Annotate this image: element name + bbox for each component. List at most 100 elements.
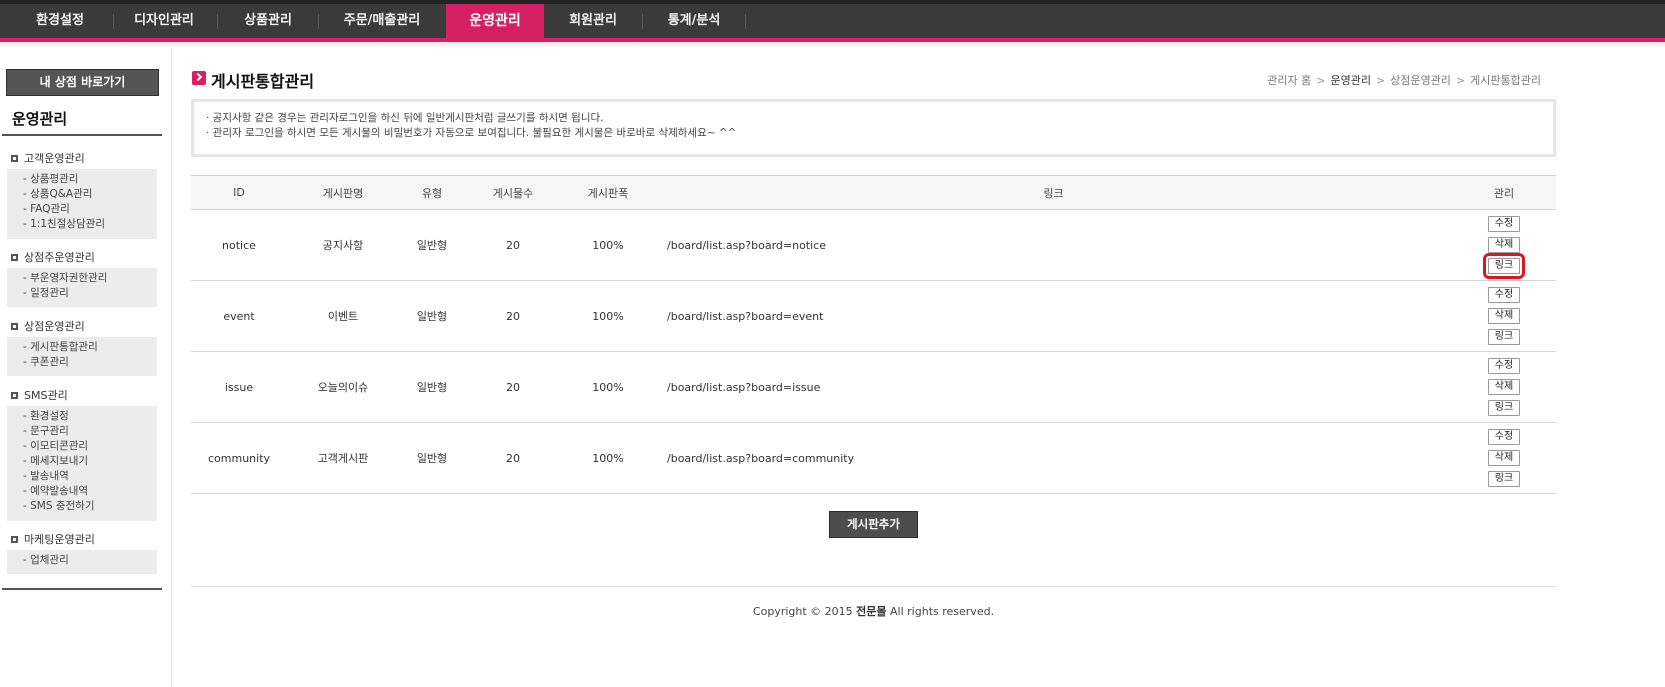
- breadcrumb-current: 게시판통합관리: [1470, 74, 1541, 87]
- sidebar-group-sms[interactable]: SMS관리: [11, 387, 68, 403]
- sidebar-title: 운영관리: [12, 110, 68, 128]
- breadcrumb-operations[interactable]: 운영관리: [1331, 74, 1371, 87]
- sidebar-submenu: - 업체관리: [7, 550, 157, 574]
- sidebar-item-consult[interactable]: - 1:1친절상담관리: [7, 217, 157, 232]
- cell-link: /board/list.asp?board=event: [655, 280, 1452, 352]
- nav-item-members[interactable]: 회원관리: [545, 4, 641, 38]
- column-header-count: 게시물수: [465, 175, 561, 210]
- edit-button[interactable]: 수정: [1488, 287, 1520, 303]
- sidebar-submenu: - 상품평관리 - 상품Q&A관리 - FAQ관리 - 1:1친절상담관리: [7, 169, 157, 239]
- sidebar-group-label: 상점주운영관리: [24, 251, 95, 264]
- breadcrumb-separator-icon: >: [1455, 74, 1466, 87]
- title-arrow-icon: [192, 71, 206, 85]
- cell-manage: 수정 삭제 링크: [1452, 351, 1556, 423]
- cell-manage: 수정 삭제 링크: [1452, 422, 1556, 494]
- sidebar-item-emoticons[interactable]: - 이모티콘관리: [7, 439, 157, 454]
- link-button[interactable]: 링크: [1488, 471, 1520, 487]
- sidebar-group-label: 상점운영관리: [24, 320, 85, 333]
- square-bullet-icon: [11, 392, 18, 399]
- table-row: event 이벤트 일반형 20 100% /board/list.asp?bo…: [191, 280, 1556, 352]
- sidebar-divider: [171, 48, 172, 687]
- link-button[interactable]: 링크: [1488, 329, 1520, 345]
- sidebar-item-qna[interactable]: - 상품Q&A관리: [7, 187, 157, 202]
- sidebar-group-owner[interactable]: 상점주운영관리: [11, 249, 95, 265]
- square-bullet-icon: [11, 323, 18, 330]
- cell-count: 20: [465, 422, 561, 494]
- nav-item-statistics[interactable]: 통계/분석: [645, 4, 743, 38]
- delete-button[interactable]: 삭제: [1488, 379, 1520, 395]
- edit-button[interactable]: 수정: [1488, 429, 1520, 445]
- boards-table: ID 게시판명 유형 게시물수 게시판폭 링크 관리 notice 공지사항 일…: [191, 175, 1556, 494]
- cell-type: 일반형: [399, 351, 465, 423]
- nav-item-design[interactable]: 디자인관리: [116, 4, 212, 38]
- sidebar-group-marketing[interactable]: 마케팅운영관리: [11, 531, 95, 547]
- nav-separator: [217, 14, 218, 29]
- nav-separator: [745, 14, 746, 29]
- table-row: issue 오늘의이슈 일반형 20 100% /board/list.asp?…: [191, 351, 1556, 423]
- cell-id: issue: [191, 351, 287, 423]
- square-bullet-icon: [11, 536, 18, 543]
- breadcrumb-separator-icon: >: [1316, 74, 1326, 87]
- my-shop-button[interactable]: 내 상점 바로가기: [6, 69, 159, 96]
- column-header-link: 링크: [655, 175, 1452, 210]
- nav-item-settings[interactable]: 환경설정: [12, 4, 108, 38]
- breadcrumb-separator-icon: >: [1375, 74, 1386, 87]
- breadcrumb: 관리자 홈 > 운영관리 > 상점운영관리 > 게시판통합관리: [1267, 72, 1541, 88]
- column-header-manage: 관리: [1452, 175, 1556, 210]
- nav-shadow: [0, 42, 1665, 48]
- column-header-name: 게시판명: [287, 175, 399, 210]
- edit-button[interactable]: 수정: [1488, 216, 1520, 232]
- cell-width: 100%: [561, 422, 655, 494]
- sidebar-item-send-history[interactable]: - 발송내역: [7, 469, 157, 484]
- cell-type: 일반형: [399, 280, 465, 352]
- sidebar-group-label: 마케팅운영관리: [24, 533, 95, 546]
- cell-width: 100%: [561, 209, 655, 281]
- sidebar-item-board-manage[interactable]: - 게시판통합관리: [7, 340, 157, 355]
- copyright-prefix: Copyright © 2015: [752, 605, 857, 618]
- sidebar-item-schedule[interactable]: - 일정관리: [7, 286, 157, 301]
- column-header-width: 게시판폭: [561, 175, 655, 210]
- cell-type: 일반형: [399, 209, 465, 281]
- delete-button[interactable]: 삭제: [1488, 450, 1520, 466]
- notice-box: · 공지사항 같은 경우는 관리자로그인을 하신 뒤에 일반게시판처럼 글쓰기를…: [191, 99, 1556, 157]
- notice-line: · 관리자 로그인을 하시면 모든 게시물의 비밀번호가 자동으로 보여집니다.…: [206, 127, 737, 139]
- sidebar-item-coupons[interactable]: - 쿠폰관리: [7, 355, 157, 370]
- cell-id: event: [191, 280, 287, 352]
- add-board-button[interactable]: 게시판추가: [829, 511, 918, 538]
- breadcrumb-shop-operations[interactable]: 상점운영관리: [1390, 74, 1451, 87]
- cell-count: 20: [465, 351, 561, 423]
- delete-button[interactable]: 삭제: [1488, 237, 1520, 253]
- cell-link: /board/list.asp?board=notice: [655, 209, 1452, 281]
- sidebar-item-sms-charge[interactable]: - SMS 충전하기: [7, 499, 157, 514]
- cell-id: community: [191, 422, 287, 494]
- sidebar-item-faq[interactable]: - FAQ관리: [7, 202, 157, 217]
- edit-button[interactable]: 수정: [1488, 358, 1520, 374]
- link-button[interactable]: 링크: [1483, 253, 1525, 279]
- sidebar-group-shop[interactable]: 상점운영관리: [11, 318, 85, 334]
- nav-item-operations[interactable]: 운영관리: [446, 4, 544, 38]
- footer-divider: [191, 586, 1556, 587]
- cell-name: 오늘의이슈: [287, 351, 399, 423]
- breadcrumb-home[interactable]: 관리자 홈: [1267, 74, 1311, 87]
- cell-id: notice: [191, 209, 287, 281]
- nav-separator: [113, 14, 114, 29]
- sidebar-item-vendors[interactable]: - 업체관리: [7, 553, 157, 568]
- delete-button[interactable]: 삭제: [1488, 308, 1520, 324]
- nav-separator: [318, 14, 319, 29]
- link-button[interactable]: 링크: [1488, 400, 1520, 416]
- sidebar-item-sms-settings[interactable]: - 환경설정: [7, 409, 157, 424]
- cell-name: 이벤트: [287, 280, 399, 352]
- sidebar-title-divider: [2, 134, 162, 136]
- sidebar-group-label: SMS관리: [24, 389, 68, 402]
- nav-item-products[interactable]: 상품관리: [220, 4, 316, 38]
- sidebar-item-send-message[interactable]: - 메세지보내기: [7, 454, 157, 469]
- copyright-brand: 전문몰: [856, 605, 887, 618]
- sidebar-item-scheduled-history[interactable]: - 예약발송내역: [7, 484, 157, 499]
- sidebar-item-sms-phrases[interactable]: - 문구관리: [7, 424, 157, 439]
- sidebar-item-reviews[interactable]: - 상품평관리: [7, 172, 157, 187]
- sidebar-bottom-divider: [2, 588, 162, 590]
- sidebar-group-customer[interactable]: 고객운영관리: [11, 150, 85, 166]
- sidebar-item-subadmin[interactable]: - 부운영자권한관리: [7, 271, 157, 286]
- sidebar-submenu: - 부운영자권한관리 - 일정관리: [7, 268, 157, 307]
- nav-item-orders[interactable]: 주문/매출관리: [322, 4, 442, 38]
